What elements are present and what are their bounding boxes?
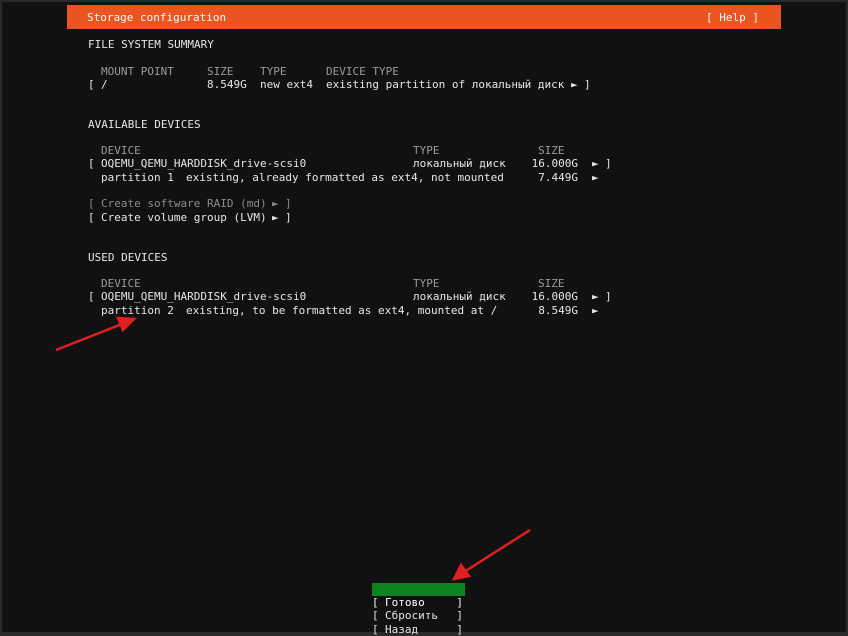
annotation-arrow-partition [55, 322, 123, 352]
annotation-arrows [55, 316, 531, 581]
annotation-arrow-done [463, 528, 531, 574]
annotation-arrowhead [116, 316, 137, 333]
annotation-arrowhead [451, 562, 472, 581]
